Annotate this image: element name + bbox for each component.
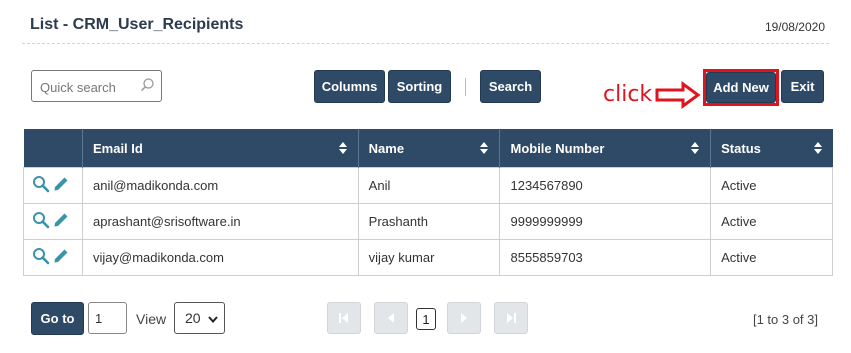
exit-button[interactable]: Exit (781, 70, 824, 103)
view-icon[interactable] (32, 211, 50, 232)
quick-search-box[interactable] (31, 70, 162, 103)
table-row[interactable]: anil@madikonda.com Anil 1234567890 Activ… (23, 167, 833, 204)
status-cell: Active (710, 203, 833, 240)
column-header-label: Email Id (92, 140, 143, 156)
toolbar-divider (465, 78, 466, 96)
name-cell: vijay kumar (357, 239, 501, 276)
click-annotation-label: click (603, 82, 653, 107)
view-icon[interactable] (32, 247, 50, 268)
table-row[interactable]: aprashant@srisoftware.in Prashanth 99999… (23, 203, 833, 240)
column-header-label: Name (368, 140, 405, 156)
next-page-icon (461, 313, 467, 323)
add-new-highlight (703, 69, 779, 106)
name-cell: Prashanth (357, 203, 501, 240)
mobile-cell: 8555859703 (499, 239, 712, 276)
sort-icon[interactable] (690, 141, 700, 158)
page-size-value: 20 (185, 310, 201, 326)
page-size-select[interactable]: 20 (174, 302, 225, 334)
name-cell: Anil (357, 167, 501, 204)
chevron-down-icon (207, 312, 219, 328)
columns-button[interactable]: Columns (314, 70, 385, 103)
sort-icon[interactable] (813, 141, 823, 158)
last-page-button[interactable] (494, 302, 528, 334)
column-header-label: Mobile Number (510, 140, 605, 156)
column-header-name[interactable]: Name (358, 129, 501, 168)
previous-page-button[interactable] (374, 302, 408, 334)
table-header-row: Email Id Name Mobile Number Status (23, 129, 833, 168)
table-row[interactable]: vijay@madikonda.com vijay kumar 85558597… (23, 239, 833, 276)
mobile-cell: 1234567890 (499, 167, 712, 204)
record-range: [1 to 3 of 3] (752, 312, 818, 327)
edit-icon[interactable] (53, 212, 69, 231)
status-cell: Active (710, 167, 833, 204)
next-page-button[interactable] (447, 302, 481, 334)
email-cell: vijay@madikonda.com (81, 239, 359, 276)
column-header-mobile[interactable]: Mobile Number (499, 129, 712, 168)
quick-search-input[interactable] (38, 71, 142, 103)
row-actions (23, 203, 83, 240)
view-label: View (136, 311, 167, 327)
view-icon[interactable] (32, 175, 50, 196)
page-title: List - CRM_User_Recipients (30, 16, 244, 33)
first-page-icon (339, 313, 348, 323)
email-cell: anil@madikonda.com (81, 167, 359, 204)
column-header-status[interactable]: Status (710, 129, 833, 168)
column-header-label: Status (721, 140, 761, 156)
arrow-right-icon (655, 81, 701, 109)
edit-icon[interactable] (53, 248, 69, 267)
row-actions (23, 239, 83, 276)
sort-icon[interactable] (338, 141, 348, 158)
status-cell: Active (710, 239, 833, 276)
sorting-button[interactable]: Sorting (388, 70, 451, 103)
date-label: 19/08/2020 (764, 20, 825, 34)
go-to-button[interactable]: Go to (31, 302, 84, 335)
column-header-email[interactable]: Email Id (82, 129, 359, 168)
edit-icon[interactable] (53, 176, 69, 195)
page-number-input[interactable] (88, 302, 127, 334)
last-page-icon (507, 313, 516, 323)
row-actions (23, 167, 83, 204)
sort-icon[interactable] (479, 141, 489, 158)
current-page-indicator: 1 (416, 308, 436, 330)
previous-page-icon (388, 313, 394, 323)
actions-column-header (23, 129, 83, 168)
first-page-button[interactable] (327, 302, 361, 334)
mobile-cell: 9999999999 (499, 203, 712, 240)
title-divider (22, 43, 829, 44)
search-icon[interactable] (139, 77, 155, 98)
email-cell: aprashant@srisoftware.in (81, 203, 359, 240)
search-button[interactable]: Search (480, 70, 541, 103)
recipients-table: Email Id Name Mobile Number Status anil@… (23, 129, 833, 276)
